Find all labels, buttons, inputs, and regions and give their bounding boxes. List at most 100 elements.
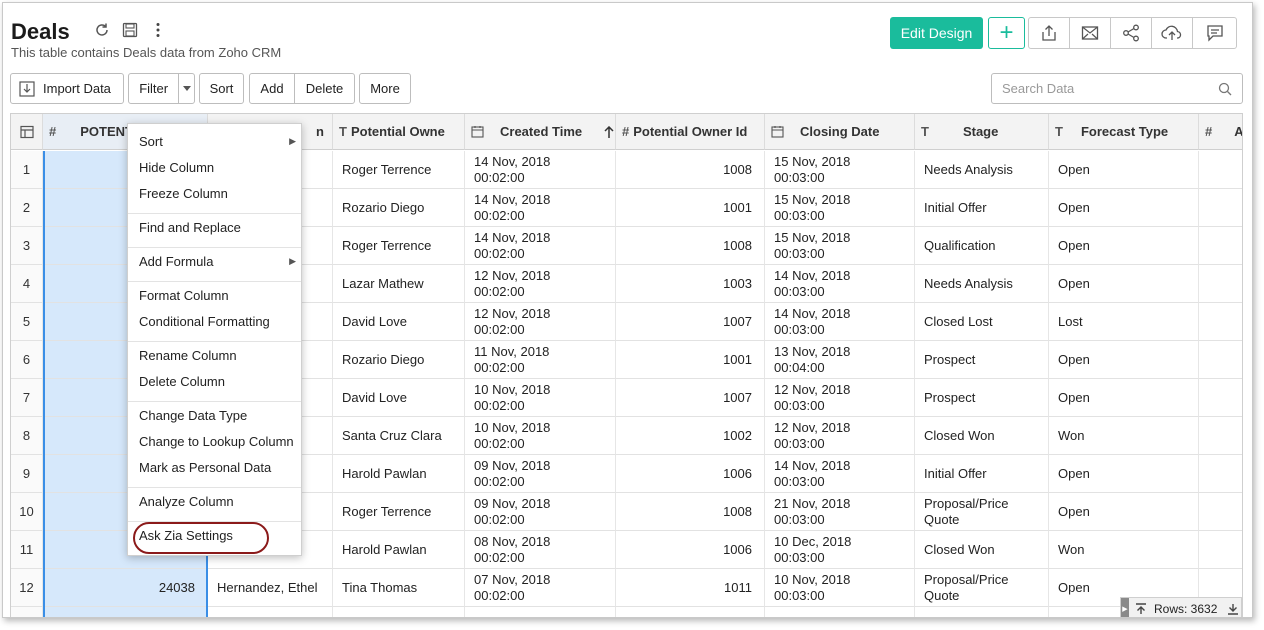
cell-created-time[interactable]: 12 Nov, 2018 00:02:00	[465, 265, 616, 303]
cell-closing-date[interactable]: 15 Nov, 2018 00:03:00	[765, 227, 915, 265]
cell-forecast-type[interactable]: Won	[1049, 417, 1199, 455]
scroll-top-icon[interactable]	[1135, 603, 1147, 615]
refresh-icon[interactable]	[93, 21, 111, 39]
cell-forecast-type[interactable]: Open	[1049, 189, 1199, 227]
cell-created-time[interactable]: 14 Nov, 2018 00:02:00	[465, 151, 616, 189]
cell-created-time[interactable]: 10 Nov, 2018 00:02:00	[465, 417, 616, 455]
share-icon[interactable]	[1111, 18, 1152, 48]
cell-created-time[interactable]: 09 Nov, 2018 00:02:00	[465, 455, 616, 493]
cell-name[interactable]	[208, 607, 333, 617]
cell-owner[interactable]	[333, 607, 465, 617]
cell-stage[interactable]: Qualification	[915, 227, 1049, 265]
cell-created-time[interactable]: 12 Nov, 2018 00:02:00	[465, 303, 616, 341]
cell-stage[interactable]: Initial Offer	[915, 189, 1049, 227]
export-icon[interactable]	[1029, 18, 1070, 48]
cell-owner-id[interactable]: 1001	[616, 189, 765, 227]
cell-closing-date[interactable]: 09 Nov, 2018	[765, 607, 915, 617]
column-header-potential-owner-id[interactable]: # Potential Owner Id	[616, 114, 765, 150]
cell-closing-date[interactable]: 15 Nov, 2018 00:03:00	[765, 189, 915, 227]
column-header-created-time[interactable]: Created Time	[465, 114, 616, 150]
cell-created-time[interactable]: 09 Nov, 2018 00:02:00	[465, 493, 616, 531]
cell-owner[interactable]: Roger Terrence	[333, 493, 465, 531]
cell-closing-date[interactable]: 15 Nov, 2018 00:03:00	[765, 151, 915, 189]
import-data-button[interactable]: Import Data	[10, 73, 124, 104]
cell-potential[interactable]	[43, 607, 208, 617]
cell-forecast-type[interactable]: Open	[1049, 493, 1199, 531]
save-icon[interactable]	[121, 21, 139, 39]
more-vertical-icon[interactable]	[149, 21, 167, 39]
cell-a[interactable]	[1199, 189, 1242, 227]
cell-closing-date[interactable]: 12 Nov, 2018 00:03:00	[765, 417, 915, 455]
cell-owner[interactable]: Tina Thomas	[333, 569, 465, 607]
menu-item-sort[interactable]: Sort ▶	[128, 128, 301, 154]
cloud-upload-icon[interactable]	[1152, 18, 1193, 48]
cell-created-time[interactable]: 08 Nov, 2018 00:02:00	[465, 531, 616, 569]
cell-owner-id[interactable]: 1006	[616, 531, 765, 569]
comment-icon[interactable]	[1193, 18, 1236, 48]
edit-design-button[interactable]: Edit Design	[890, 17, 983, 49]
cell-stage[interactable]: Closed Won	[915, 531, 1049, 569]
add-row-button[interactable]: Add	[250, 74, 294, 103]
cell-stage[interactable]: Prospect	[915, 379, 1049, 417]
menu-item-format-column[interactable]: Format Column	[128, 282, 301, 308]
cell-closing-date[interactable]: 14 Nov, 2018 00:03:00	[765, 265, 915, 303]
menu-item-add-formula[interactable]: Add Formula ▶	[128, 248, 301, 274]
column-header-closing-date[interactable]: Closing Date	[765, 114, 915, 150]
delete-row-button[interactable]: Delete	[294, 74, 354, 103]
row-number[interactable]: 9	[11, 455, 43, 493]
cell-closing-date[interactable]: 14 Nov, 2018 00:03:00	[765, 455, 915, 493]
menu-item-analyze-column[interactable]: Analyze Column	[128, 488, 301, 514]
sort-button[interactable]: Sort	[199, 73, 244, 104]
cell-closing-date[interactable]: 12 Nov, 2018 00:03:00	[765, 379, 915, 417]
cell-a[interactable]	[1199, 455, 1242, 493]
cell-stage[interactable]: Proposal/Price Quote	[915, 493, 1049, 531]
menu-item-mark-personal-data[interactable]: Mark as Personal Data	[128, 454, 301, 480]
column-header-stage[interactable]: T Stage	[915, 114, 1049, 150]
collapse-handle-icon[interactable]: ▶	[1121, 598, 1129, 617]
cell-forecast-type[interactable]: Won	[1049, 531, 1199, 569]
cell-owner-id[interactable]	[616, 607, 765, 617]
cell-owner[interactable]: Santa Cruz Clara	[333, 417, 465, 455]
cell-owner-id[interactable]: 1001	[616, 341, 765, 379]
email-icon[interactable]	[1070, 18, 1111, 48]
more-button[interactable]: More	[359, 73, 411, 104]
cell-forecast-type[interactable]: Open	[1049, 455, 1199, 493]
row-number[interactable]: 7	[11, 379, 43, 417]
menu-item-change-data-type[interactable]: Change Data Type	[128, 402, 301, 428]
cell-forecast-type[interactable]: Open	[1049, 379, 1199, 417]
menu-item-change-to-lookup[interactable]: Change to Lookup Column	[128, 428, 301, 454]
cell-owner[interactable]: Lazar Mathew	[333, 265, 465, 303]
cell-forecast-type[interactable]: Open	[1049, 341, 1199, 379]
row-number[interactable]: 2	[11, 189, 43, 227]
add-button[interactable]: +	[988, 17, 1025, 49]
cell-stage[interactable]: Needs Analysis	[915, 151, 1049, 189]
menu-item-freeze-column[interactable]: Freeze Column	[128, 180, 301, 206]
cell-created-time[interactable]: 14 Nov, 2018 00:02:00	[465, 227, 616, 265]
cell-owner-id[interactable]: 1003	[616, 265, 765, 303]
column-header-a[interactable]: # A	[1199, 114, 1242, 150]
cell-a[interactable]	[1199, 151, 1242, 189]
cell-owner[interactable]: Roger Terrence	[333, 227, 465, 265]
cell-owner[interactable]: Harold Pawlan	[333, 455, 465, 493]
cell-owner-id[interactable]: 1008	[616, 151, 765, 189]
row-number[interactable]	[11, 607, 43, 617]
cell-closing-date[interactable]: 10 Dec, 2018 00:03:00	[765, 531, 915, 569]
cell-created-time[interactable]: 07 Nov, 2018 00:02:00	[465, 569, 616, 607]
cell-owner[interactable]: Rozario Diego	[333, 341, 465, 379]
menu-item-rename-column[interactable]: Rename Column	[128, 342, 301, 368]
cell-owner-id[interactable]: 1008	[616, 493, 765, 531]
cell-owner-id[interactable]: 1011	[616, 569, 765, 607]
column-header-forecast-type[interactable]: T Forecast Type	[1049, 114, 1199, 150]
row-number[interactable]: 5	[11, 303, 43, 341]
cell-stage[interactable]: Proposal/Price Quote	[915, 569, 1049, 607]
row-number[interactable]: 3	[11, 227, 43, 265]
cell-stage[interactable]: Prospect	[915, 341, 1049, 379]
cell-forecast-type[interactable]: Lost	[1049, 303, 1199, 341]
sort-ascending-icon[interactable]	[604, 125, 614, 138]
cell-owner-id[interactable]: 1007	[616, 379, 765, 417]
search-input[interactable]	[1002, 81, 1218, 96]
row-number[interactable]: 4	[11, 265, 43, 303]
search-icon[interactable]	[1218, 82, 1232, 96]
cell-a[interactable]	[1199, 227, 1242, 265]
row-number[interactable]: 8	[11, 417, 43, 455]
